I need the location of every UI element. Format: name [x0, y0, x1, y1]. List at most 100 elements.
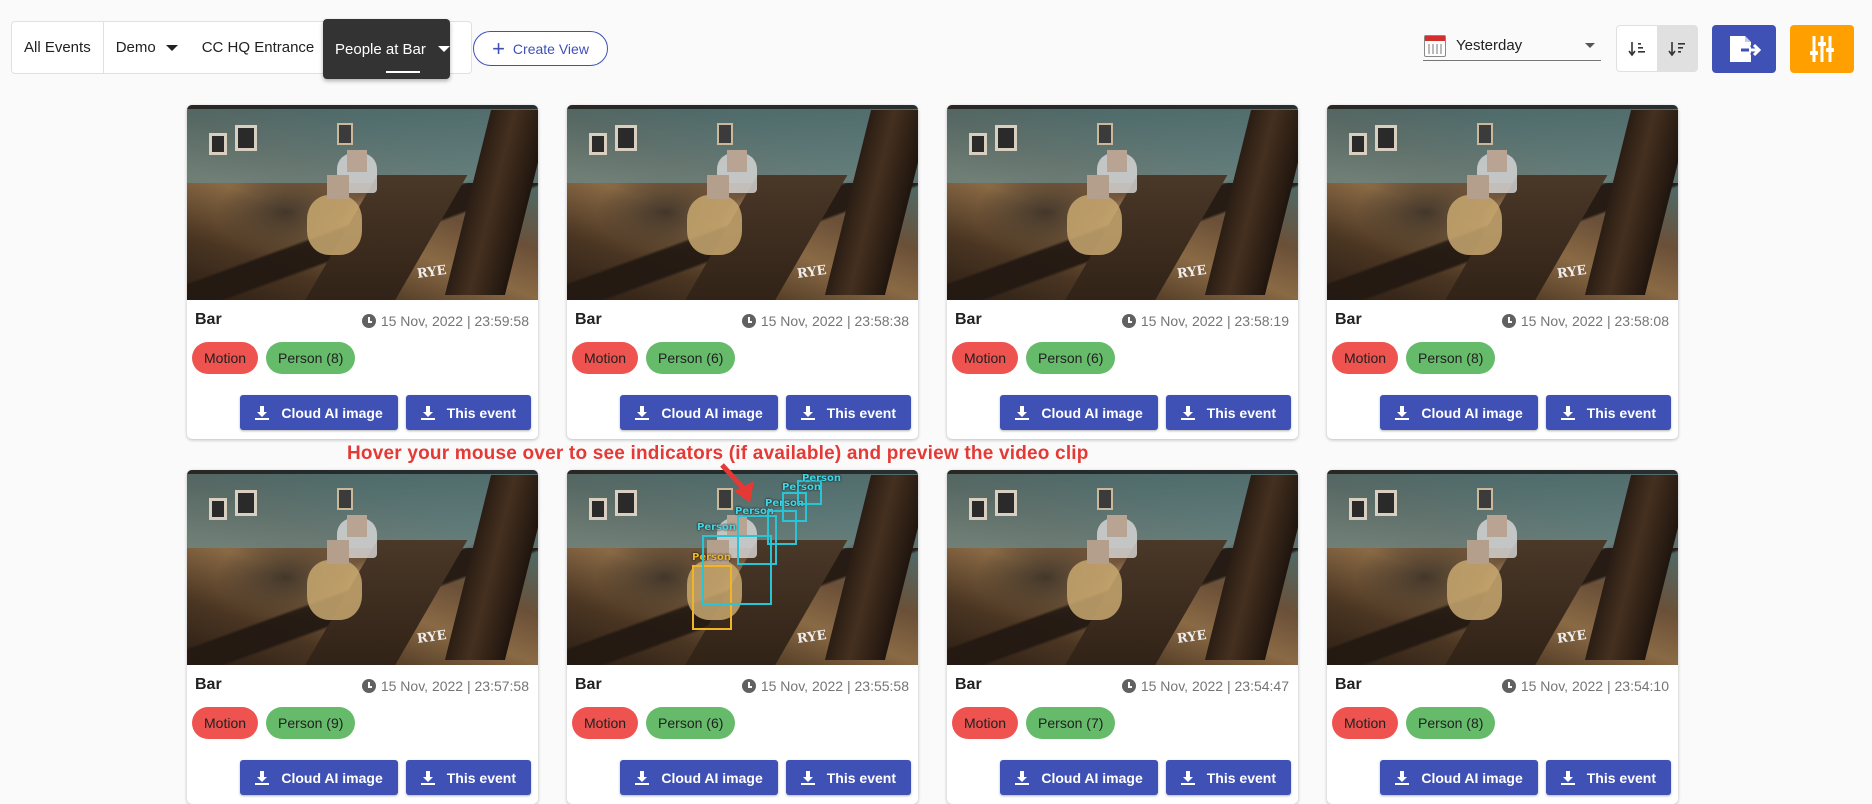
event-card[interactable]: RYE Bar 15 Nov, 2022 | 23:58:19 Motion Perso…: [947, 105, 1298, 439]
motion-chip[interactable]: Motion: [192, 342, 259, 374]
scene-frame: [1349, 498, 1367, 520]
scene-person: [1447, 560, 1502, 620]
cloud-ai-image-button[interactable]: Cloud AI image: [620, 395, 778, 430]
scene-sign: RYE: [1176, 628, 1208, 647]
event-time: 15 Nov, 2022 | 23:54:47: [1121, 678, 1289, 694]
cloud-ai-image-button[interactable]: Cloud AI image: [240, 395, 398, 430]
sort-descending-icon: [1668, 41, 1685, 56]
tab-label: CC HQ Entrance: [201, 39, 315, 56]
person-chip[interactable]: Person (6): [1026, 342, 1116, 374]
event-title: Bar: [195, 676, 222, 693]
person-chip[interactable]: Person (6): [646, 342, 736, 374]
clock-icon: [741, 679, 756, 693]
cloud-ai-image-button[interactable]: Cloud AI image: [1380, 760, 1538, 795]
event-tags: Motion Person (6): [572, 342, 736, 374]
scene-frame: [589, 498, 607, 520]
event-card[interactable]: RYE Person Person Person Person Person Person B…: [567, 470, 918, 804]
download-icon: [1395, 770, 1410, 785]
motion-chip[interactable]: Motion: [1332, 707, 1399, 739]
button-label: This event: [446, 769, 516, 786]
person-chip[interactable]: Person (8): [266, 342, 356, 374]
sort-ascending-icon: [1628, 41, 1645, 56]
event-thumbnail[interactable]: RYE: [947, 470, 1298, 665]
scene-frame: [969, 498, 987, 520]
this-event-button[interactable]: This event: [1165, 760, 1291, 795]
scene-frame: [1477, 488, 1493, 510]
this-event-button[interactable]: This event: [785, 760, 911, 795]
download-icon: [1395, 405, 1410, 420]
caret-down-icon: [437, 46, 450, 52]
cloud-ai-image-button[interactable]: Cloud AI image: [620, 760, 778, 795]
scene-sign: RYE: [1556, 628, 1588, 647]
person-chip[interactable]: Person (6): [646, 707, 736, 739]
person-chip[interactable]: Person (8): [1406, 707, 1496, 739]
filter-settings-button[interactable]: [1790, 25, 1854, 73]
event-card[interactable]: RYE Bar 15 Nov, 2022 | 23:54:47 Motion Perso…: [947, 470, 1298, 804]
event-card[interactable]: RYE Bar 15 Nov, 2022 | 23:57:58 Motion Perso…: [187, 470, 538, 804]
scene-frame: [1375, 490, 1397, 516]
event-thumbnail[interactable]: RYE: [187, 470, 538, 665]
tab-all-events[interactable]: All Events: [12, 22, 104, 73]
download-icon: [1180, 770, 1195, 785]
scene-person: [307, 195, 362, 255]
motion-chip[interactable]: Motion: [572, 342, 639, 374]
event-actions: Cloud AI image This event: [1000, 760, 1291, 795]
button-label: This event: [1206, 404, 1276, 421]
event-time: 15 Nov, 2022 | 23:58:38: [741, 313, 909, 329]
cloud-ai-image-button[interactable]: Cloud AI image: [1000, 395, 1158, 430]
event-thumbnail[interactable]: RYE: [1327, 470, 1678, 665]
event-thumbnail[interactable]: RYE: [1327, 105, 1678, 300]
event-tags: Motion Person (6): [572, 707, 736, 739]
download-icon: [1180, 405, 1195, 420]
event-actions: Cloud AI image This event: [240, 395, 531, 430]
scene-person: [1447, 195, 1502, 255]
export-button[interactable]: [1712, 25, 1776, 73]
button-label: Cloud AI image: [1041, 769, 1143, 786]
date-range-select[interactable]: Yesterday: [1423, 31, 1601, 61]
event-thumbnail[interactable]: RYE: [567, 105, 918, 300]
face-blur: [347, 515, 367, 537]
person-chip[interactable]: Person (7): [1026, 707, 1116, 739]
this-event-button[interactable]: This event: [1545, 395, 1671, 430]
button-label: Cloud AI image: [1421, 404, 1523, 421]
scene-frame: [1097, 488, 1113, 510]
tab-people-at-bar[interactable]: People at Bar: [323, 19, 450, 79]
motion-chip[interactable]: Motion: [192, 707, 259, 739]
event-title: Bar: [1335, 676, 1362, 693]
person-chip[interactable]: Person (8): [1406, 342, 1496, 374]
motion-chip[interactable]: Motion: [952, 707, 1019, 739]
toolbar: All Events Demo CC HQ Entrance People at…: [0, 0, 1872, 100]
cloud-ai-image-button[interactable]: Cloud AI image: [1380, 395, 1538, 430]
event-tags: Motion Person (9): [192, 707, 356, 739]
event-card[interactable]: RYE Bar 15 Nov, 2022 | 23:59:58 Motion Perso…: [187, 105, 538, 439]
person-chip[interactable]: Person (9): [266, 707, 356, 739]
clock-icon: [361, 679, 376, 693]
download-icon: [1560, 405, 1575, 420]
this-event-button[interactable]: This event: [405, 760, 531, 795]
event-card[interactable]: RYE Bar 15 Nov, 2022 | 23:54:10 Motion Perso…: [1327, 470, 1678, 804]
this-event-button[interactable]: This event: [1545, 760, 1671, 795]
motion-chip[interactable]: Motion: [952, 342, 1019, 374]
sort-descending-button[interactable]: [1657, 26, 1697, 71]
download-icon: [635, 770, 650, 785]
this-event-button[interactable]: This event: [785, 395, 911, 430]
this-event-button[interactable]: This event: [1165, 395, 1291, 430]
motion-chip[interactable]: Motion: [572, 707, 639, 739]
event-actions: Cloud AI image This event: [620, 760, 911, 795]
event-thumbnail[interactable]: RYE: [947, 105, 1298, 300]
event-title: Bar: [1335, 311, 1362, 328]
event-card[interactable]: RYE Bar 15 Nov, 2022 | 23:58:08 Motion Perso…: [1327, 105, 1678, 439]
event-title: Bar: [955, 311, 982, 328]
event-title: Bar: [575, 311, 602, 328]
tab-demo[interactable]: Demo: [104, 22, 190, 73]
cloud-ai-image-button[interactable]: Cloud AI image: [1000, 760, 1158, 795]
this-event-button[interactable]: This event: [405, 395, 531, 430]
button-label: This event: [1586, 769, 1656, 786]
create-view-button[interactable]: + Create View: [473, 31, 608, 66]
event-thumbnail[interactable]: RYE: [187, 105, 538, 300]
event-card[interactable]: RYE Bar 15 Nov, 2022 | 23:58:38 Motion Perso…: [567, 105, 918, 439]
motion-chip[interactable]: Motion: [1332, 342, 1399, 374]
sort-ascending-button[interactable]: [1617, 26, 1657, 71]
cloud-ai-image-button[interactable]: Cloud AI image: [240, 760, 398, 795]
scene-frame: [615, 490, 637, 516]
